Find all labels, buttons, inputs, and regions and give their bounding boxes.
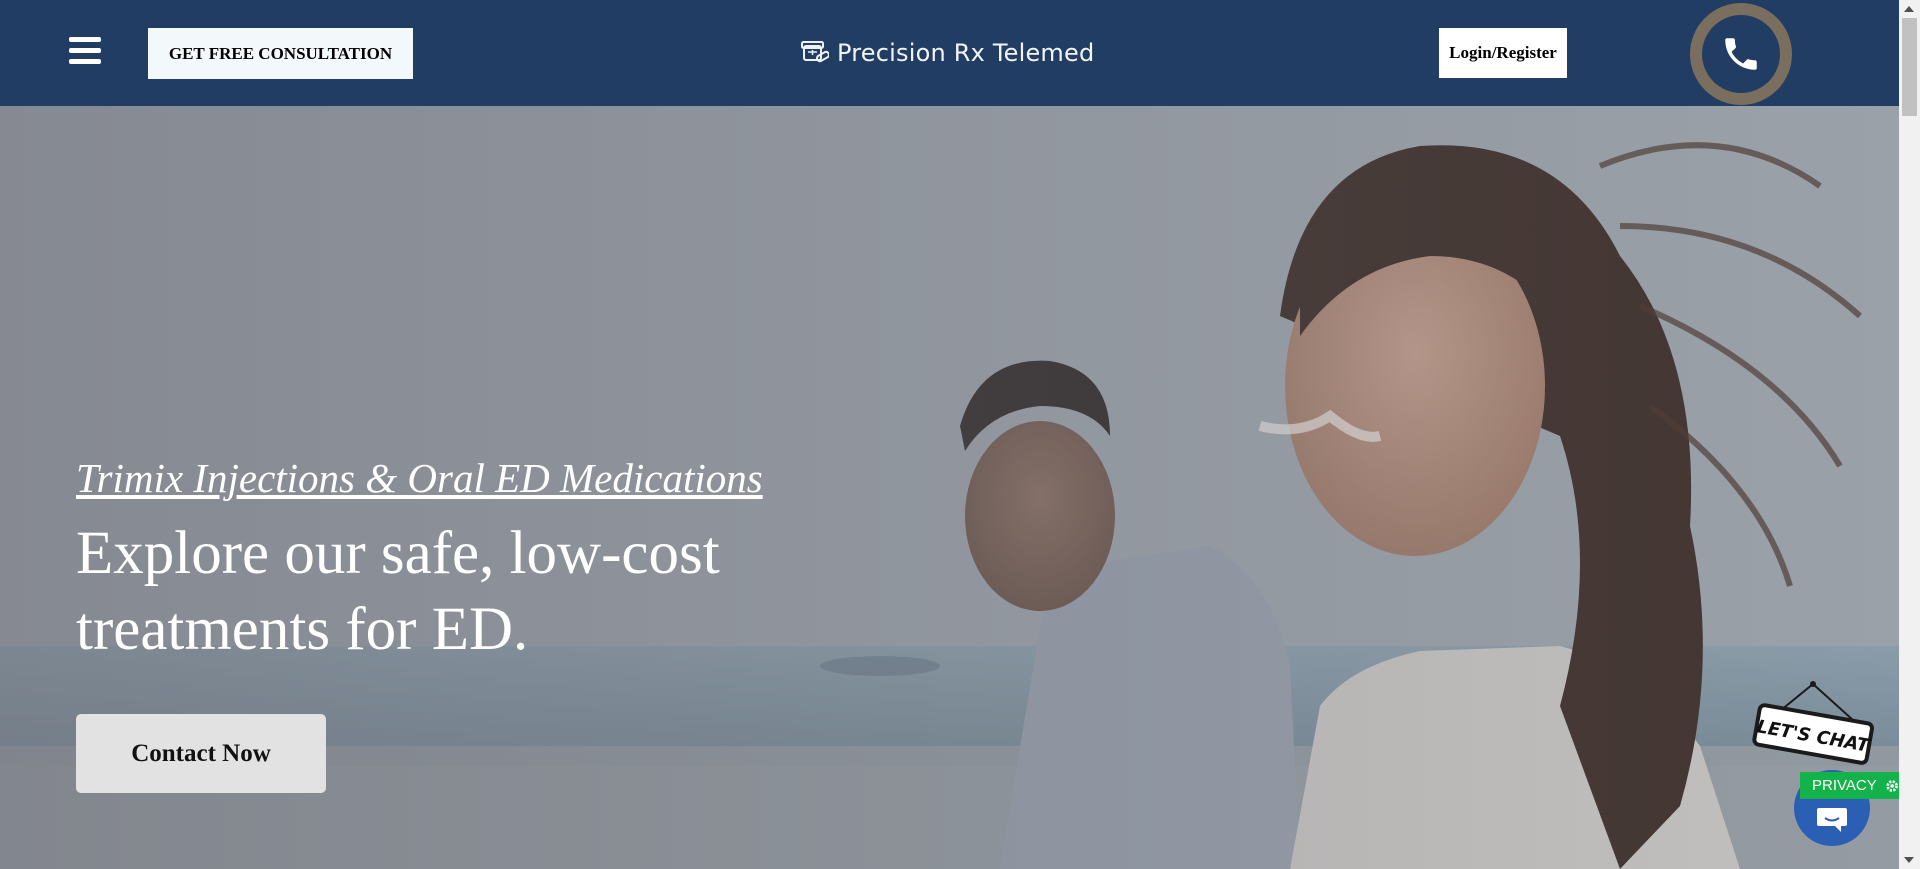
login-register-button[interactable]: Login/Register — [1439, 28, 1567, 78]
privacy-badge[interactable]: PRIVACY — [1800, 772, 1899, 799]
phone-icon — [1725, 38, 1757, 70]
gear-icon — [1886, 779, 1898, 792]
scroll-down-arrow-icon[interactable] — [1904, 857, 1914, 863]
hamburger-line — [69, 59, 101, 64]
privacy-label: PRIVACY — [1812, 777, 1877, 794]
site-header: GET FREE CONSULTATION Precision Rx Telem… — [0, 0, 1899, 106]
page-scrollbar[interactable] — [1899, 0, 1920, 869]
lets-chat-sign[interactable]: LET'S CHAT — [1746, 680, 1880, 766]
hamburger-line — [69, 37, 101, 42]
phone-call-button[interactable] — [1690, 3, 1792, 105]
pill-bottle-icon — [801, 41, 829, 63]
chat-bubble-icon — [1817, 808, 1847, 832]
phone-button-inner — [1702, 15, 1780, 93]
hero-section: Trimix Injections & Oral ED Medications … — [0, 106, 1899, 869]
scrollbar-thumb[interactable] — [1902, 18, 1917, 116]
hamburger-line — [69, 48, 101, 53]
brand-logo[interactable]: Precision Rx Telemed — [801, 36, 1094, 70]
scroll-up-arrow-icon[interactable] — [1904, 6, 1914, 12]
hamburger-menu-icon[interactable] — [66, 34, 104, 66]
brand-name: Precision Rx Telemed — [837, 39, 1095, 67]
hero-title: Explore our safe, low-cost treatments fo… — [76, 520, 720, 663]
hero-subtitle-link[interactable]: Trimix Injections & Oral ED Medications — [76, 454, 763, 502]
contact-now-button[interactable]: Contact Now — [76, 714, 326, 793]
free-consultation-button[interactable]: GET FREE CONSULTATION — [148, 28, 413, 79]
